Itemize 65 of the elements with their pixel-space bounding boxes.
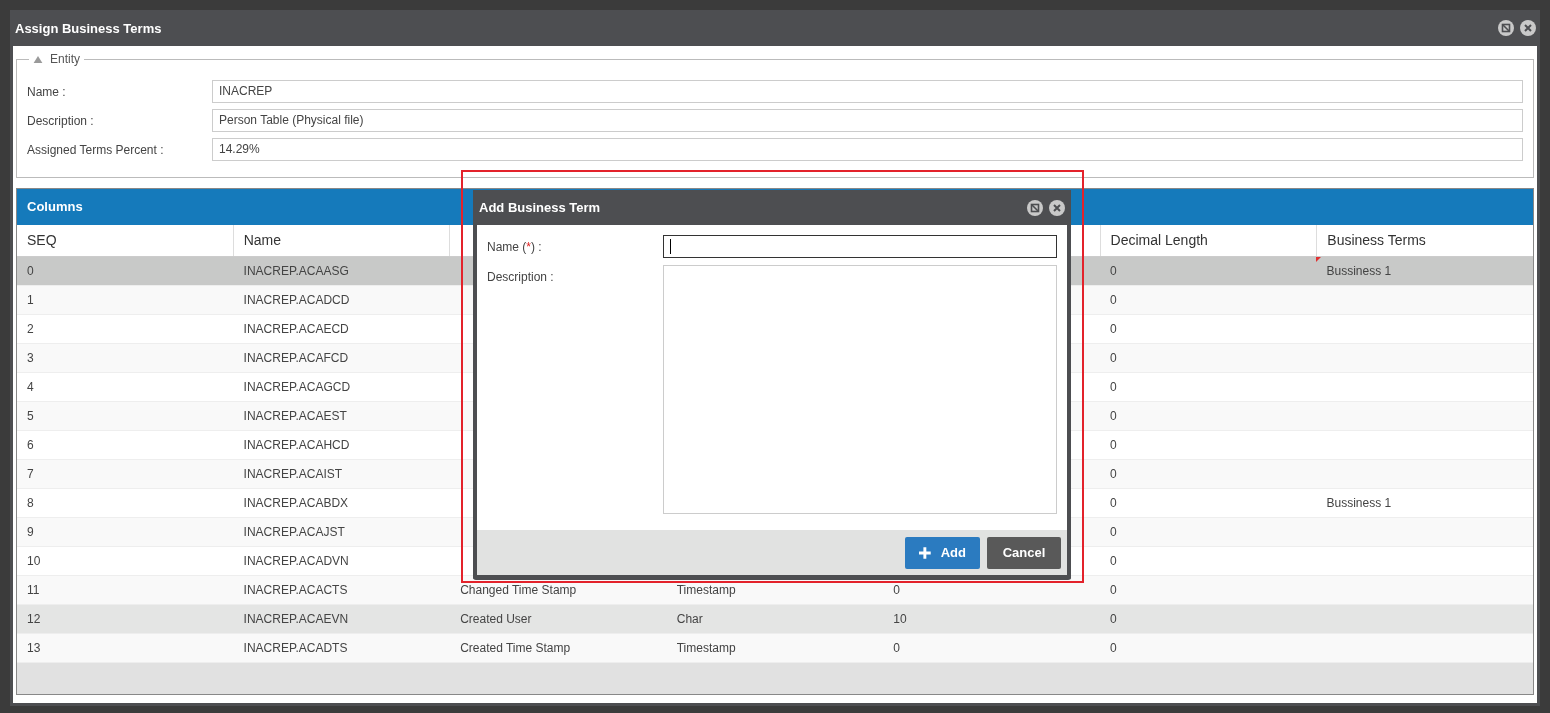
field-label: Name (*) :: [487, 239, 543, 256]
table-cell: 0: [1109, 525, 1117, 539]
table-cell: 0: [1109, 409, 1117, 423]
field-label: Description :: [487, 269, 555, 286]
table-cell: 13: [27, 641, 41, 655]
column-header: Decimal Length: [1100, 225, 1318, 256]
table-cell: INACREP.ACADCD: [243, 293, 350, 307]
table-cell: 8: [27, 496, 34, 510]
table-cell: 9: [27, 525, 34, 539]
table-cell: INACREP.ACAJST: [243, 525, 345, 539]
table-cell: INACREP.ACAASG: [243, 264, 349, 278]
table-cell: Created User: [460, 612, 532, 626]
table-cell: INACREP.ACAHCD: [243, 438, 350, 452]
dialog-title: Add Business Term: [479, 200, 601, 215]
window-title: Assign Business Terms: [15, 20, 162, 36]
table-cell: 12: [27, 612, 41, 626]
field-label: Assigned Terms Percent :: [27, 142, 165, 157]
table-cell: Created Time Stamp: [460, 641, 571, 655]
table-cell: 0: [893, 583, 900, 597]
table-cell: INACREP.ACADTS: [243, 641, 348, 655]
table-cell: INACREP.ACAEVN: [243, 612, 349, 626]
table-cell: 10: [893, 612, 907, 626]
column-header: Name: [233, 225, 451, 256]
table-cell: 0: [1109, 380, 1117, 394]
table-cell: INACREP.ACAFCD: [243, 351, 349, 365]
table-cell: Bussiness 1: [1326, 264, 1392, 278]
table-cell: 6: [27, 438, 34, 452]
table-cell: Changed Time Stamp: [460, 583, 577, 597]
table-cell: INACREP.ACAIST: [243, 467, 343, 481]
column-header: SEQ: [17, 225, 234, 256]
table-cell: 0: [1109, 496, 1117, 510]
table-cell: Timestamp: [676, 641, 736, 655]
table-cell: INACREP.ACAECD: [243, 322, 349, 336]
table-cell: 7: [27, 467, 34, 481]
table-cell: INACREP.ACADVN: [243, 554, 349, 568]
field-label: Name :: [27, 84, 67, 99]
table-cell: 4: [27, 380, 34, 394]
table-cell: 0: [1109, 612, 1117, 626]
table-cell: INACREP.ACABDX: [243, 496, 349, 510]
table-cell: 3: [27, 351, 34, 365]
table-cell: INACREP.ACAGCD: [243, 380, 351, 394]
table-cell: INACREP.ACAEST: [243, 409, 347, 423]
table-cell: 0: [1109, 554, 1117, 568]
field-label: Description :: [27, 113, 95, 128]
table-cell: Char: [676, 612, 703, 626]
table-cell: 0: [1109, 264, 1117, 278]
table-cell: 0: [1109, 467, 1117, 481]
table-cell: 0: [1109, 351, 1117, 365]
table-cell: INACREP.ACACTS: [243, 583, 348, 597]
table-cell: 0: [1109, 293, 1117, 307]
table-cell: 0: [1109, 438, 1117, 452]
section-legend: Entity: [50, 52, 80, 66]
table-cell: 0: [893, 641, 900, 655]
column-header: Business Terms: [1326, 231, 1427, 250]
table-cell: 0: [27, 264, 34, 278]
table-cell: Timestamp: [676, 583, 736, 597]
table-cell: 0: [1109, 583, 1117, 597]
table-cell: 11: [27, 583, 40, 597]
table-cell: 10: [27, 554, 41, 568]
table-cell: 1: [27, 293, 34, 307]
table-cell: 2: [27, 322, 34, 336]
table-cell: 0: [1109, 322, 1117, 336]
table-cell: Bussiness 1: [1326, 496, 1392, 510]
table-cell: 0: [1109, 641, 1117, 655]
table-cell: 5: [27, 409, 34, 423]
